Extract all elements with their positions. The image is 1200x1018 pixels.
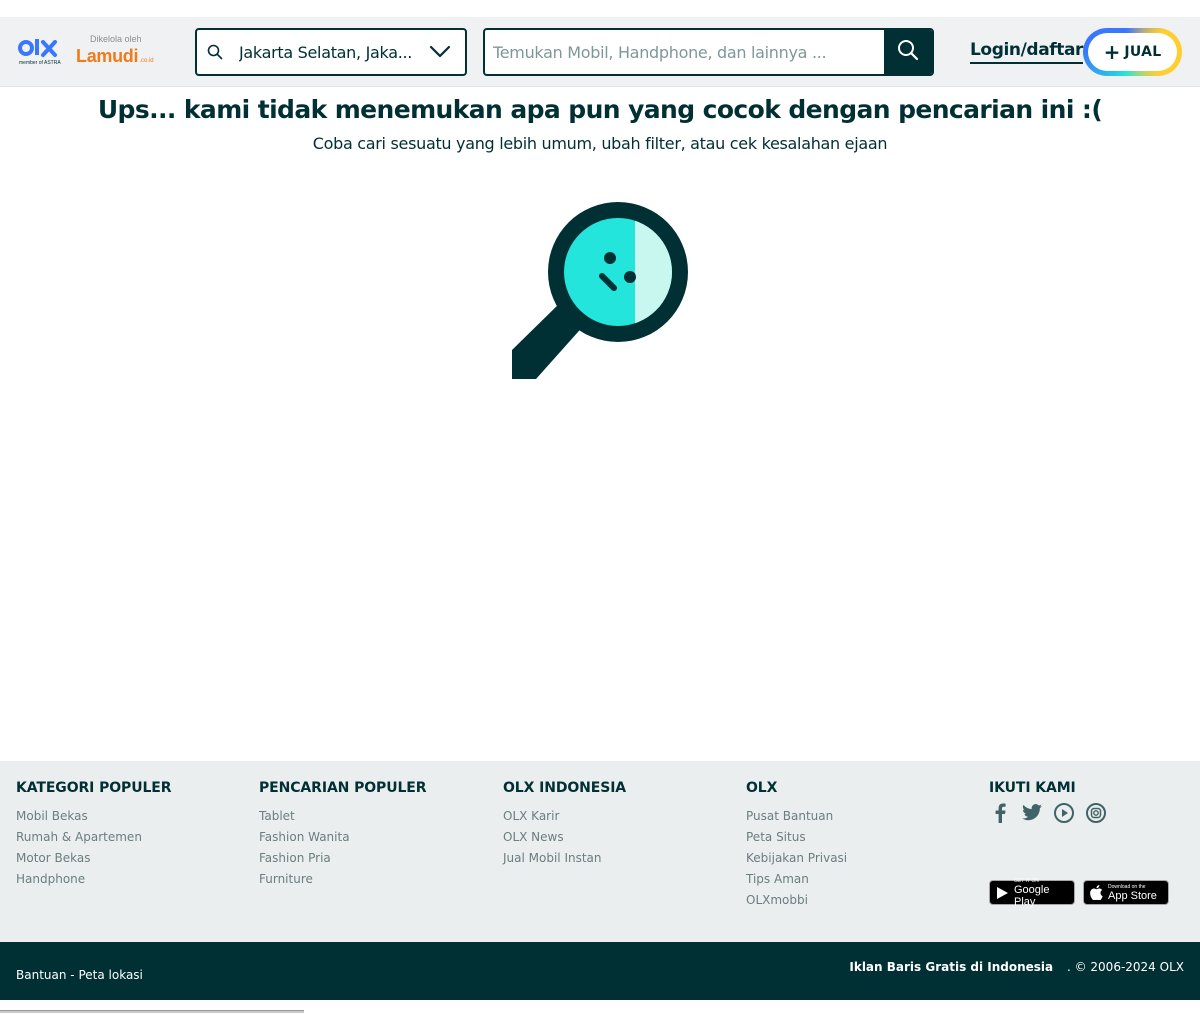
search-input[interactable] [485,30,886,74]
footer-column-title: OLX INDONESIA [503,780,627,796]
bottom-links: Bantuan - Peta lokasi [16,968,143,982]
footer-column-follow-us: IKUTI KAMI [989,780,1107,824]
no-results-subtitle: Coba cari sesuatu yang lebih umum, ubah … [312,134,888,153]
sell-button-label: JUAL [1124,44,1162,60]
link-separator: - [70,968,75,982]
footer-link-peta-situs[interactable]: Peta Situs [746,830,806,844]
managed-by-label: Dikelola oleh [90,34,142,44]
youtube-icon[interactable] [1053,802,1075,824]
footer-column-title: OLX [746,780,778,796]
app-store-badge[interactable]: Download on the App Store [1083,880,1169,905]
search-bar [483,28,934,76]
footer-link-olxmobbi[interactable]: OLXmobbi [746,893,808,907]
footer: KATEGORI POPULER Mobil Bekas Rumah & Apa… [0,761,1200,942]
footer-link-furniture[interactable]: Furniture [259,872,313,886]
member-of-astra-text: member of ASTRA [19,60,61,66]
search-button[interactable] [884,30,932,74]
twitter-icon[interactable] [1021,802,1043,824]
app-store-big-text: App Store [1108,889,1157,902]
location-selector[interactable]: Jakarta Selatan, Jaka... [195,28,467,76]
social-icons [989,802,1107,824]
plus-icon: + [1103,40,1121,64]
footer-column-olx-indonesia: OLX INDONESIA OLX Karir OLX News Jual Mo… [503,780,626,869]
map-location-link[interactable]: Peta lokasi [78,968,142,982]
footer-link-mobil-bekas[interactable]: Mobil Bekas [16,809,88,823]
location-value: Jakarta Selatan, Jaka... [239,42,413,62]
footer-link-kebijakan-privasi[interactable]: Kebijakan Privasi [746,851,847,865]
footer-link-fashion-wanita[interactable]: Fashion Wanita [259,830,350,844]
footer-column-popular-categories: KATEGORI POPULER Mobil Bekas Rumah & Apa… [16,780,172,890]
footer-link-olx-news[interactable]: OLX News [503,830,564,844]
footer-link-pusat-bantuan[interactable]: Pusat Bantuan [746,809,833,823]
footer-link-motor-bekas[interactable]: Motor Bekas [16,851,90,865]
footer-link-handphone[interactable]: Handphone [16,872,85,886]
sell-button-inner: + JUAL [1088,33,1177,71]
footer-column-olx: OLX Pusat Bantuan Peta Situs Kebijakan P… [746,780,847,911]
footer-link-tips-aman[interactable]: Tips Aman [746,872,809,886]
google-play-icon [996,886,1009,900]
footer-column-popular-searches: PENCARIAN POPULER Tablet Fashion Wanita … [259,780,427,890]
facebook-icon[interactable] [989,802,1011,824]
footer-column-title: PENCARIAN POPULER [259,780,427,796]
footer-column-title: KATEGORI POPULER [16,780,172,796]
help-link[interactable]: Bantuan [16,968,66,982]
footer-link-rumah-apartemen[interactable]: Rumah & Apartemen [16,830,142,844]
google-play-big-text: Google Play [1014,883,1050,908]
footer-link-tablet[interactable]: Tablet [259,809,295,823]
lamudi-logo[interactable]: Lamudi .co.id [76,45,154,67]
sad-magnifier-icon [508,200,692,384]
no-results-title: Ups... kami tidak menemukan apa pun yang… [97,95,1103,124]
copyright-area: Iklan Baris Gratis di Indonesia . © 2006… [849,960,1184,974]
copyright-text: . © 2006-2024 OLX [1066,960,1184,974]
search-icon [207,44,223,60]
search-icon [897,39,919,65]
tagline: Iklan Baris Gratis di Indonesia [849,960,1054,974]
footer-column-title: IKUTI KAMI [989,780,1076,796]
google-play-badge[interactable]: GET IT ON Google Play [989,878,1075,908]
sell-button[interactable]: + JUAL [1083,28,1182,76]
footer-link-jual-mobil-instan[interactable]: Jual Mobil Instan [503,851,602,865]
header: member of ASTRA Dikelola oleh Lamudi .co… [0,17,1200,87]
instagram-icon[interactable] [1085,802,1107,824]
apple-icon [1090,885,1103,900]
lamudi-logo-suffix: .co.id [139,58,154,64]
horizontal-scrollbar[interactable] [0,1010,304,1013]
login-register-link[interactable]: Login/daftar [970,40,1083,64]
bottom-bar: Bantuan - Peta lokasi Iklan Baris Gratis… [0,942,1200,1000]
chevron-down-icon[interactable] [429,45,451,59]
footer-link-olx-karir[interactable]: OLX Karir [503,809,559,823]
footer-link-fashion-pria[interactable]: Fashion Pria [259,851,331,865]
olx-logo-icon [18,39,57,57]
lamudi-logo-text: Lamudi [76,46,139,66]
